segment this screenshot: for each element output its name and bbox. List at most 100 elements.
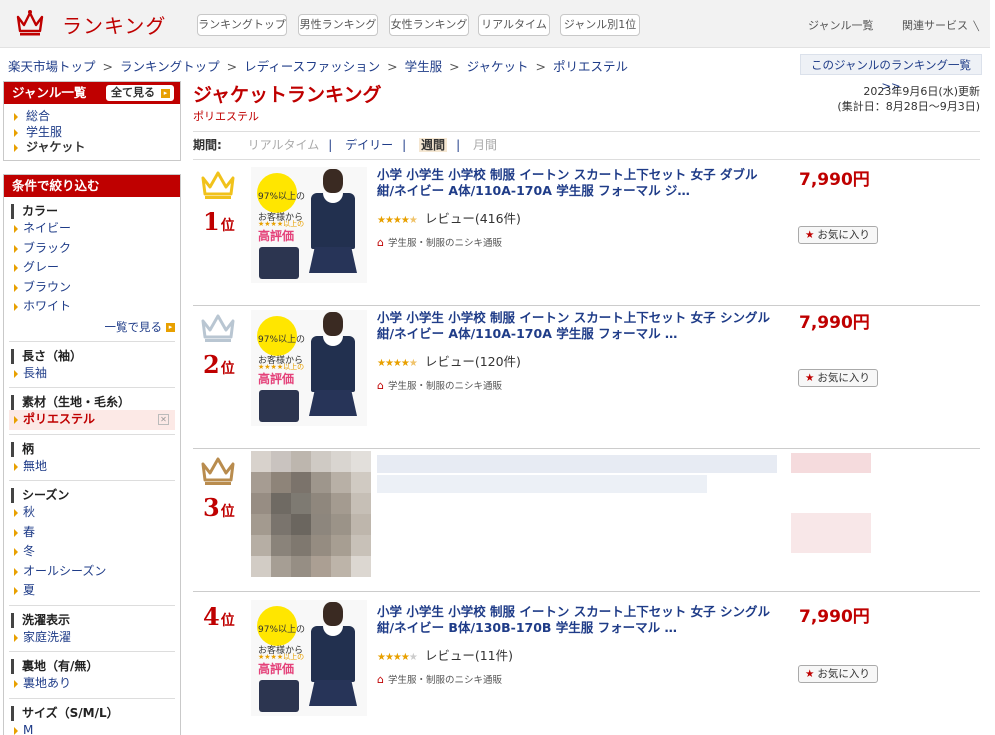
shop-info: ⌂ 学生服・制服のニシキ通販 <box>377 235 502 249</box>
breadcrumb-separator: > <box>102 59 113 74</box>
genre-header: ジャンル一覧 全て見る ▸ <box>4 82 180 104</box>
genre-item-jacket: ジャケット <box>4 140 180 156</box>
nav-men-ranking[interactable]: 男性ランキング <box>298 14 378 36</box>
filter-material-polyester[interactable]: ポリエステル ✕ <box>9 410 175 430</box>
filter-pattern-solid[interactable]: 無地 <box>4 457 180 477</box>
filter-color-brown[interactable]: ブラウン <box>4 278 180 298</box>
period-daily[interactable]: デイリー <box>345 138 393 152</box>
shop-info: ⌂ 学生服・制服のニシキ通販 <box>377 378 502 392</box>
genre-ranking-list-link[interactable]: このジャンルのランキング一覧 >> <box>800 54 982 93</box>
rank-number: 2位 <box>203 350 235 379</box>
filter-title-sleeve: 長さ（袖） <box>11 348 180 364</box>
crown-icon <box>201 314 235 342</box>
ranking-item-1: 1位 97%以上の お客様から ★★★★以上の 高評価 小学 小学生 小学校 制服 … <box>193 163 980 306</box>
star-rating-icon: ★★★★★ <box>377 652 418 663</box>
breadcrumb-ladies-fashion[interactable]: レディースファッション <box>244 59 380 74</box>
breadcrumb-rakuten-top[interactable]: 楽天市場トップ <box>8 59 96 74</box>
product-image[interactable]: 97%以上の お客様から ★★★★以上の 高評価 <box>251 310 367 426</box>
crown-shape <box>201 457 235 482</box>
shop-name-link[interactable]: 学生服・制服のニシキ通販 <box>388 381 502 392</box>
color-see-more-link[interactable]: 一覧で見る ▸ <box>4 317 180 337</box>
filter-title-color: カラー <box>11 204 180 219</box>
see-more-label: 一覧で見る <box>104 319 163 334</box>
filter-season-summer[interactable]: 夏 <box>4 581 180 601</box>
review-count-link[interactable]: レビュー(120件) <box>425 354 521 369</box>
remove-filter-icon[interactable]: ✕ <box>158 414 169 425</box>
breadcrumb-school-uniform[interactable]: 学生服 <box>405 59 443 74</box>
filter-sleeve-long[interactable]: 長袖 <box>4 364 180 384</box>
genre-item-school-uniform[interactable]: 学生服 <box>4 125 180 141</box>
crown-icon[interactable] <box>15 9 45 37</box>
filter-title-material: 素材（生地・毛糸） <box>11 395 180 410</box>
filter-selected-label: ポリエステル <box>23 412 96 426</box>
breadcrumb-jacket[interactable]: ジャケット <box>467 59 529 74</box>
price: 7,990円 <box>799 607 870 627</box>
rating: ★★★★★ レビュー(120件) <box>377 351 521 370</box>
rating: ★★★★★ レビュー(416件) <box>377 208 521 227</box>
rating: ★★★★★ レビュー(11件) <box>377 645 513 664</box>
filter-size-m[interactable]: M <box>4 721 180 735</box>
favorite-button[interactable]: ★ お気に入り <box>798 369 878 387</box>
filter-lining-yes[interactable]: 裏地あり <box>4 674 180 694</box>
rank-number: 4位 <box>203 602 235 631</box>
star-icon: ★ <box>805 668 815 680</box>
filter-season-all[interactable]: オールシーズン <box>4 562 180 582</box>
nav-women-ranking[interactable]: 女性ランキング <box>389 14 469 36</box>
review-count-link[interactable]: レビュー(11件) <box>425 648 513 663</box>
product-title-link[interactable]: 小学 小学生 小学校 制服 イートン スカート上下セット 女子 シングル 紺/ネ… <box>377 310 777 342</box>
filter-color-gray[interactable]: グレー <box>4 258 180 278</box>
filter-season-spring[interactable]: 春 <box>4 523 180 543</box>
divider <box>9 340 175 342</box>
filter-washing-home[interactable]: 家庭洗濯 <box>4 628 180 648</box>
filter-season-winter[interactable]: 冬 <box>4 542 180 562</box>
period-selector: 期間: リアルタイム | デイリー | 週間 | 月間 <box>193 131 980 160</box>
genre-header-label: ジャンル一覧 <box>12 85 87 100</box>
updated-date: 2023年9月6日(水)更新 <box>863 85 980 98</box>
site-title[interactable]: ランキング <box>62 10 166 39</box>
rank-number: 1位 <box>203 207 235 236</box>
review-count-link[interactable]: レビュー(416件) <box>425 211 521 226</box>
chevron-down-icon: ╲ <box>973 22 979 32</box>
star-rating-icon: ★★★★★ <box>377 358 418 369</box>
product-image[interactable]: 97%以上の お客様から ★★★★以上の 高評価 <box>251 167 367 283</box>
product-image[interactable]: 97%以上の お客様から ★★★★以上の 高評価 <box>251 600 367 716</box>
genre-box: ジャンル一覧 全て見る ▸ 総合 学生服 ジャケット <box>3 81 181 161</box>
shop-house-icon: ⌂ <box>377 236 384 249</box>
filter-header: 条件で絞り込む <box>4 175 180 197</box>
favorite-label: お気に入り <box>817 372 870 384</box>
nav-realtime[interactable]: リアルタイム <box>478 14 550 36</box>
nav-ranking-top[interactable]: ランキングトップ <box>197 14 287 36</box>
breadcrumb-polyester[interactable]: ポリエステル <box>553 59 628 74</box>
product-title-link[interactable]: 小学 小学生 小学校 制服 イートン スカート上下セット 女子 ダブル 紺/ネイ… <box>377 167 777 199</box>
related-services-label: 関連サービス <box>902 19 968 32</box>
price: 7,990円 <box>799 313 870 333</box>
divider <box>9 433 175 435</box>
favorite-button[interactable]: ★ お気に入り <box>798 665 878 683</box>
crown-icon <box>201 457 235 485</box>
shop-name-link[interactable]: 学生服・制服のニシキ通販 <box>388 675 502 686</box>
divider <box>9 480 175 481</box>
show-all-button[interactable]: 全て見る ▸ <box>106 85 174 101</box>
favorite-label: お気に入り <box>817 229 870 241</box>
filter-season-autumn[interactable]: 秋 <box>4 503 180 523</box>
header-bar: ランキング ランキングトップ 男性ランキング 女性ランキング リアルタイム ジャ… <box>0 0 990 48</box>
genre-item-overall[interactable]: 総合 <box>4 109 180 125</box>
arrow-right-icon: ▸ <box>166 322 175 332</box>
product-title-link[interactable]: 小学 小学生 小学校 制服 イートン スカート上下セット 女子 シングル 紺/ネ… <box>377 604 777 636</box>
favorite-label: お気に入り <box>817 668 870 680</box>
favorite-button[interactable]: ★ お気に入り <box>798 226 878 244</box>
nav-genre-first[interactable]: ジャンル別1位 <box>560 14 640 36</box>
divider <box>9 697 175 699</box>
crown-shape <box>201 171 235 196</box>
filter-color-white[interactable]: ホワイト <box>4 297 180 317</box>
filter-title-washing: 洗濯表示 <box>11 612 180 628</box>
shop-name-link[interactable]: 学生服・制服のニシキ通販 <box>388 238 502 249</box>
filter-color-navy[interactable]: ネイビー <box>4 219 180 239</box>
arrow-right-icon: ▸ <box>161 89 170 98</box>
filter-title-pattern: 柄 <box>11 441 180 457</box>
genre-list-menu[interactable]: ジャンル一覧 <box>808 17 873 33</box>
breadcrumb-separator: > <box>387 59 398 74</box>
related-services-menu[interactable]: 関連サービス ╲ <box>902 17 979 33</box>
filter-color-black[interactable]: ブラック <box>4 239 180 259</box>
breadcrumb-ranking-top[interactable]: ランキングトップ <box>120 59 220 74</box>
